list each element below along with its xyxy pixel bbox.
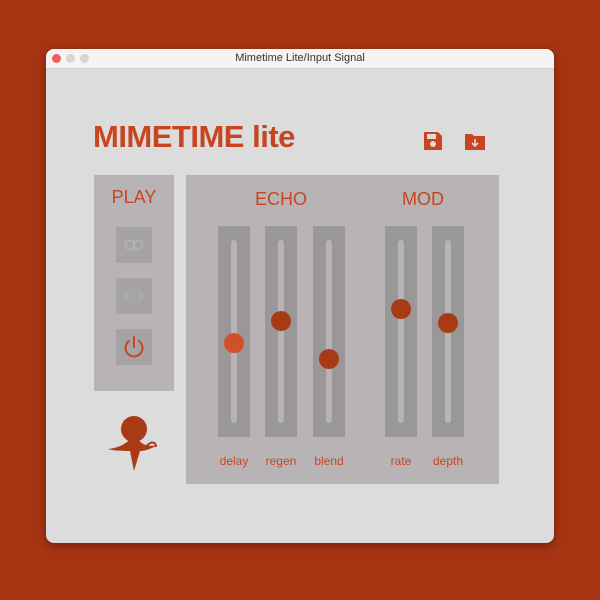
floppy-disk-icon [424,132,442,150]
folder-download-icon [465,134,485,150]
delay-slider[interactable] [218,226,250,437]
blend-slider-thumb[interactable] [319,348,339,369]
slider-track [278,240,284,423]
regen-slider[interactable] [265,226,297,437]
loop-button[interactable] [116,227,152,263]
power-button[interactable] [116,329,152,365]
depth-slider[interactable] [432,226,464,437]
slider-track [326,240,332,423]
octopus-logo-icon [108,416,158,471]
mod-section-label: MOD [402,189,444,209]
reverse-button[interactable] [116,278,152,314]
slider-track [398,240,404,423]
blend-label: blend [314,454,344,468]
slider-track [231,240,237,423]
delay-slider-thumb[interactable] [224,333,244,354]
play-panel: PLAY [94,175,174,391]
app-title: MIMETIME lite [93,119,295,154]
reverse-arrows-icon [124,292,144,300]
echo-section-label: ECHO [254,189,307,209]
mixer-panel: ECHO MOD delay regen blend rate depth [186,175,499,484]
depth-slider-thumb[interactable] [438,312,458,333]
blend-slider[interactable] [313,226,345,437]
app-window: Mimetime Lite/Input Signal MIMETIME lite… [46,49,554,543]
rate-slider-thumb[interactable] [391,299,411,320]
rate-slider[interactable] [385,226,417,437]
power-icon [124,336,144,358]
save-preset-button[interactable] [420,128,446,154]
window-title: Mimetime Lite/Input Signal [235,52,365,64]
depth-label: depth [432,454,464,468]
regen-slider-thumb[interactable] [271,311,291,332]
mimetime-logo [106,411,162,473]
titlebar: Mimetime Lite/Input Signal [46,49,554,69]
loop-infinity-icon [124,239,144,251]
load-preset-button[interactable] [462,128,488,154]
play-label: PLAY [111,187,157,207]
